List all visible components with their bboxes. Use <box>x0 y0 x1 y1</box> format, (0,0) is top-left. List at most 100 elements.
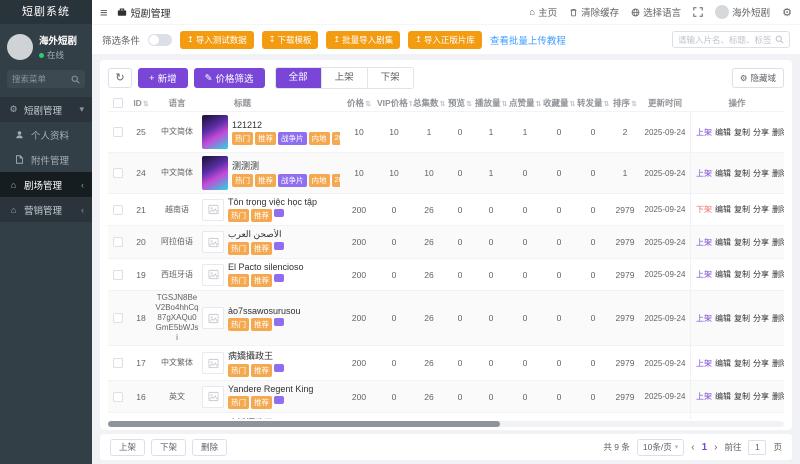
action-share[interactable]: 分享 <box>753 204 769 215</box>
action-delete[interactable]: 删除 <box>772 391 784 402</box>
poster-thumbnail[interactable] <box>202 156 228 190</box>
action-share[interactable]: 分享 <box>753 358 769 369</box>
scrollbar-thumb[interactable] <box>108 421 500 427</box>
row-checkbox[interactable] <box>113 127 123 137</box>
action-copy[interactable]: 复制 <box>734 237 750 248</box>
action-copy[interactable]: 复制 <box>734 204 750 215</box>
action-share[interactable]: 分享 <box>753 127 769 138</box>
col-header-id[interactable]: ID⇅ <box>128 96 154 110</box>
select-all-checkbox[interactable] <box>113 98 123 108</box>
col-header-likes[interactable]: 点赞量⇅ <box>508 95 542 111</box>
action-copy[interactable]: 复制 <box>734 313 750 324</box>
action-delete[interactable]: 删除 <box>772 127 784 138</box>
clear-cache-link[interactable]: 清除缓存 <box>569 5 619 19</box>
action-edit[interactable]: 编辑 <box>715 391 731 402</box>
row-checkbox[interactable] <box>113 270 123 280</box>
broken-image-thumbnail[interactable] <box>202 352 224 374</box>
import-licensed-library-button[interactable]: ↥ 导入正版片库 <box>408 31 482 49</box>
action-edit[interactable]: 编辑 <box>715 127 731 138</box>
home-link[interactable]: ⌂ 主页 <box>529 5 557 19</box>
poster-thumbnail[interactable] <box>202 115 228 149</box>
action-status-toggle[interactable]: 上架 <box>696 391 712 402</box>
bulk-delete-button[interactable]: 删除 <box>192 439 227 456</box>
gear-icon[interactable]: ⚙ <box>782 6 792 19</box>
action-edit[interactable]: 编辑 <box>715 313 731 324</box>
refresh-button[interactable]: ↻ <box>108 68 132 88</box>
action-copy[interactable]: 复制 <box>734 269 750 280</box>
row-checkbox[interactable] <box>113 358 123 368</box>
table-search-input[interactable] <box>678 35 772 45</box>
action-delete[interactable]: 删除 <box>772 269 784 280</box>
hide-columns-button[interactable]: ⚙ 隐藏域 <box>732 68 784 88</box>
import-test-data-button[interactable]: ↥ 导入测试数据 <box>180 31 254 49</box>
prev-page-button[interactable]: ‹ <box>691 442 694 453</box>
sidebar-search-input[interactable] <box>12 74 68 84</box>
next-page-button[interactable]: › <box>714 442 717 453</box>
language-link[interactable]: 选择语言 <box>631 5 681 19</box>
broken-image-thumbnail[interactable] <box>202 231 224 253</box>
broken-image-thumbnail[interactable] <box>202 199 224 221</box>
action-share[interactable]: 分享 <box>753 269 769 280</box>
action-delete[interactable]: 删除 <box>772 237 784 248</box>
col-header-sort[interactable]: 排序⇅ <box>610 95 640 111</box>
sidebar-item-profile[interactable]: 个人资料 <box>0 122 92 147</box>
price-filter-button[interactable]: ✎ 价格筛选 <box>194 68 265 88</box>
row-checkbox[interactable] <box>113 205 123 215</box>
sidebar-item-theater-mgmt[interactable]: ⌂ 剧场管理 ‹ <box>0 172 92 197</box>
sidebar-item-attachments[interactable]: 附件管理 <box>0 147 92 172</box>
row-checkbox[interactable] <box>113 313 123 323</box>
action-status-toggle[interactable]: 上架 <box>696 237 712 248</box>
action-copy[interactable]: 复制 <box>734 391 750 402</box>
col-header-preview[interactable]: 预览⇅ <box>446 95 474 111</box>
action-delete[interactable]: 删除 <box>772 358 784 369</box>
action-copy[interactable]: 复制 <box>734 168 750 179</box>
action-status-toggle[interactable]: 下架 <box>696 204 712 215</box>
row-checkbox[interactable] <box>113 237 123 247</box>
bulk-off-shelf-button[interactable]: 下架 <box>151 439 186 456</box>
download-template-button[interactable]: ↧ 下载模板 <box>262 31 319 49</box>
action-status-toggle[interactable]: 上架 <box>696 313 712 324</box>
tab-drama-mgmt[interactable]: 短剧管理 <box>117 5 171 20</box>
page-size-select[interactable]: 10条/页 ▾ <box>637 439 684 456</box>
action-copy[interactable]: 复制 <box>734 127 750 138</box>
col-header-vip-price[interactable]: VIP价格⇅ <box>376 95 412 111</box>
action-status-toggle[interactable]: 上架 <box>696 127 712 138</box>
action-status-toggle[interactable]: 上架 <box>696 358 712 369</box>
action-edit[interactable]: 编辑 <box>715 168 731 179</box>
broken-image-thumbnail[interactable] <box>202 307 224 329</box>
hamburger-icon[interactable]: ≡ <box>100 5 108 20</box>
filter-toggle[interactable] <box>148 34 172 46</box>
fullscreen-icon[interactable] <box>693 7 703 17</box>
action-delete[interactable]: 删除 <box>772 204 784 215</box>
col-header-favorites[interactable]: 收藏量⇅ <box>542 95 576 111</box>
action-delete[interactable]: 删除 <box>772 168 784 179</box>
action-copy[interactable]: 复制 <box>734 358 750 369</box>
col-header-episodes[interactable]: 总集数⇅ <box>412 95 446 111</box>
action-share[interactable]: 分享 <box>753 391 769 402</box>
page-number[interactable]: 1 <box>702 442 708 453</box>
batch-import-episodes-button[interactable]: ↥ 批量导入剧集 <box>326 31 400 49</box>
tab-off-shelf[interactable]: 下架 <box>367 68 413 88</box>
sidebar-item-marketing-mgmt[interactable]: ⌂ 营销管理 ‹ <box>0 197 92 222</box>
action-share[interactable]: 分享 <box>753 168 769 179</box>
bulk-on-shelf-button[interactable]: 上架 <box>110 439 145 456</box>
add-button[interactable]: + 新增 <box>138 68 188 88</box>
col-header-plays[interactable]: 播放量⇅ <box>474 95 508 111</box>
sidebar-item-drama-mgmt[interactable]: ⚙ 短剧管理 ▾ <box>0 97 92 122</box>
action-edit[interactable]: 编辑 <box>715 204 731 215</box>
row-checkbox[interactable] <box>113 392 123 402</box>
tab-on-shelf[interactable]: 上架 <box>321 68 367 88</box>
action-status-toggle[interactable]: 上架 <box>696 168 712 179</box>
col-header-shares[interactable]: 转发量⇅ <box>576 95 610 111</box>
user-menu[interactable]: 海外短剧 <box>715 5 770 19</box>
action-edit[interactable]: 编辑 <box>715 269 731 280</box>
action-edit[interactable]: 编辑 <box>715 358 731 369</box>
action-edit[interactable]: 编辑 <box>715 237 731 248</box>
goto-page-input[interactable] <box>748 440 766 455</box>
col-header-price[interactable]: 价格⇅ <box>342 95 376 111</box>
action-delete[interactable]: 删除 <box>772 313 784 324</box>
row-checkbox[interactable] <box>113 168 123 178</box>
broken-image-thumbnail[interactable] <box>202 386 224 408</box>
action-share[interactable]: 分享 <box>753 237 769 248</box>
tab-all[interactable]: 全部 <box>276 68 321 88</box>
